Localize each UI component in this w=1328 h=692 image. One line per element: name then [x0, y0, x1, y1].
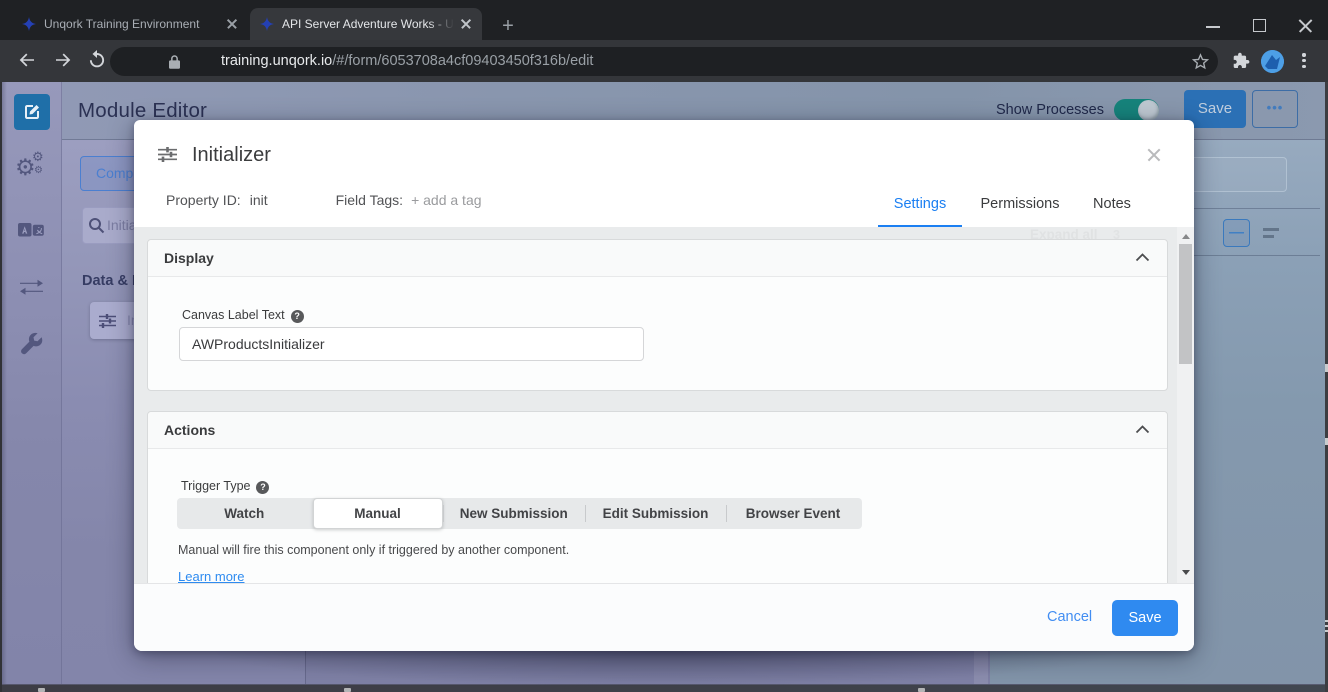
- bookmark-star-icon[interactable]: [1191, 52, 1210, 71]
- module-editor-page: ⚙ ⚙ ⚙ Module Editor Show Processes: [0, 82, 1328, 692]
- modal-footer: Cancel Save: [134, 583, 1194, 651]
- help-icon[interactable]: ?: [256, 481, 269, 494]
- modal-scrollbar[interactable]: [1177, 227, 1194, 583]
- learn-more-link[interactable]: Learn more: [178, 569, 244, 583]
- sliders-icon: [99, 314, 116, 328]
- show-processes-toggle[interactable]: [1114, 99, 1159, 121]
- modal-close-icon[interactable]: [1146, 147, 1162, 163]
- trigger-option-edit-submission[interactable]: Edit Submission: [585, 498, 726, 529]
- browser-tab-unqork-training[interactable]: Unqork Training Environment: [12, 8, 248, 40]
- display-section-card: Display Canvas Label Text? AWProductsIni…: [147, 239, 1168, 391]
- help-icon[interactable]: ?: [291, 310, 304, 323]
- display-section-header[interactable]: Display: [148, 240, 1167, 277]
- nav-wrench-icon[interactable]: [17, 330, 45, 358]
- window-maximize-button[interactable]: [1236, 0, 1282, 34]
- forward-icon[interactable]: [51, 48, 75, 72]
- trigger-option-browser-event[interactable]: Browser Event: [726, 498, 860, 529]
- new-tab-button[interactable]: +: [494, 13, 522, 41]
- tab-settings[interactable]: Settings: [878, 194, 962, 216]
- browser-menu-icon[interactable]: [1299, 51, 1309, 73]
- window-left-edge: [0, 82, 2, 692]
- tab-notes[interactable]: Notes: [1078, 194, 1146, 216]
- extensions-puzzle-icon[interactable]: [1233, 52, 1252, 71]
- taskbar-notch: [918, 688, 925, 692]
- sort-icon[interactable]: [1263, 228, 1280, 239]
- search-icon: [88, 217, 105, 234]
- module-more-button[interactable]: •••: [1252, 90, 1298, 128]
- browser-tab-api-server[interactable]: API Server Adventure Works - Un: [250, 8, 482, 40]
- window-close-button[interactable]: [1282, 0, 1328, 34]
- modal-header: Initializer Property ID:initField Tags:+…: [134, 120, 1194, 227]
- nav-module-editor-item[interactable]: [14, 94, 50, 130]
- actions-section-card: Actions Trigger Type? Watch Manual New S…: [147, 411, 1168, 583]
- edit-pencil-icon: [22, 102, 42, 122]
- initializer-config-modal: Initializer Property ID:initField Tags:+…: [134, 120, 1194, 651]
- url-text[interactable]: training.unqork.io/#/form/6053708a4cf094…: [221, 53, 593, 69]
- tab-permissions[interactable]: Permissions: [963, 194, 1077, 216]
- collapse-chevron-icon[interactable]: [1135, 425, 1150, 434]
- modal-scroll-area: Expand all 3 Display Canvas Label Text? …: [134, 227, 1194, 583]
- unqork-favicon-icon: [22, 17, 36, 31]
- display-section-title: Display: [164, 250, 214, 266]
- window-minimize-button[interactable]: [1190, 0, 1236, 34]
- tab-close-icon[interactable]: [458, 16, 474, 32]
- profile-avatar[interactable]: [1261, 50, 1284, 73]
- back-icon[interactable]: [15, 48, 39, 72]
- left-icon-rail: ⚙ ⚙ ⚙: [0, 82, 62, 692]
- taskbar-notch: [38, 688, 45, 692]
- nav-swap-arrows-icon[interactable]: [17, 273, 45, 301]
- trigger-type-segmented-control: Watch Manual New Submission Edit Submiss…: [177, 498, 862, 529]
- collapse-button[interactable]: —: [1223, 219, 1250, 247]
- actions-section-title: Actions: [164, 422, 215, 438]
- window-controls: [1190, 0, 1328, 40]
- lock-icon: [168, 54, 181, 70]
- reload-icon[interactable]: [85, 48, 109, 72]
- actions-section-header[interactable]: Actions: [148, 412, 1167, 449]
- canvas-label-text-label: Canvas Label Text?: [182, 308, 304, 323]
- taskbar-notch: [344, 688, 351, 692]
- browser-tab-strip: Unqork Training Environment API Server A…: [0, 0, 1328, 40]
- trigger-type-label: Trigger Type?: [181, 479, 269, 494]
- show-processes-label: Show Processes: [996, 102, 1104, 118]
- tab-title: Unqork Training Environment: [44, 17, 220, 31]
- nav-translations-icon[interactable]: [17, 216, 45, 244]
- browser-toolbar: training.unqork.io/#/form/6053708a4cf094…: [0, 40, 1328, 82]
- modal-title: Initializer: [192, 144, 271, 167]
- collapse-chevron-icon[interactable]: [1135, 253, 1150, 262]
- modal-save-button[interactable]: Save: [1112, 600, 1178, 636]
- nav-settings-gears-icon[interactable]: ⚙ ⚙ ⚙: [17, 156, 45, 184]
- scroll-down-arrow-icon[interactable]: [1182, 570, 1190, 575]
- scrollbar-thumb[interactable]: [1179, 244, 1192, 364]
- modal-cancel-button[interactable]: Cancel: [1047, 609, 1092, 625]
- trigger-option-new-submission[interactable]: New Submission: [443, 498, 586, 529]
- tab-title: API Server Adventure Works - Un: [282, 17, 454, 31]
- sliders-icon: [158, 147, 177, 162]
- tab-close-icon[interactable]: [224, 16, 240, 32]
- window-bottom-edge: [0, 684, 1328, 692]
- unqork-favicon-icon: [260, 17, 274, 31]
- scroll-up-arrow-icon[interactable]: [1182, 234, 1190, 239]
- trigger-option-manual[interactable]: Manual: [313, 498, 443, 529]
- modal-tabs: Settings Permissions Notes: [134, 194, 1194, 227]
- trigger-option-watch[interactable]: Watch: [177, 498, 312, 529]
- trigger-description: Manual will fire this component only if …: [178, 543, 569, 557]
- canvas-label-text-input[interactable]: AWProductsInitializer: [179, 327, 644, 361]
